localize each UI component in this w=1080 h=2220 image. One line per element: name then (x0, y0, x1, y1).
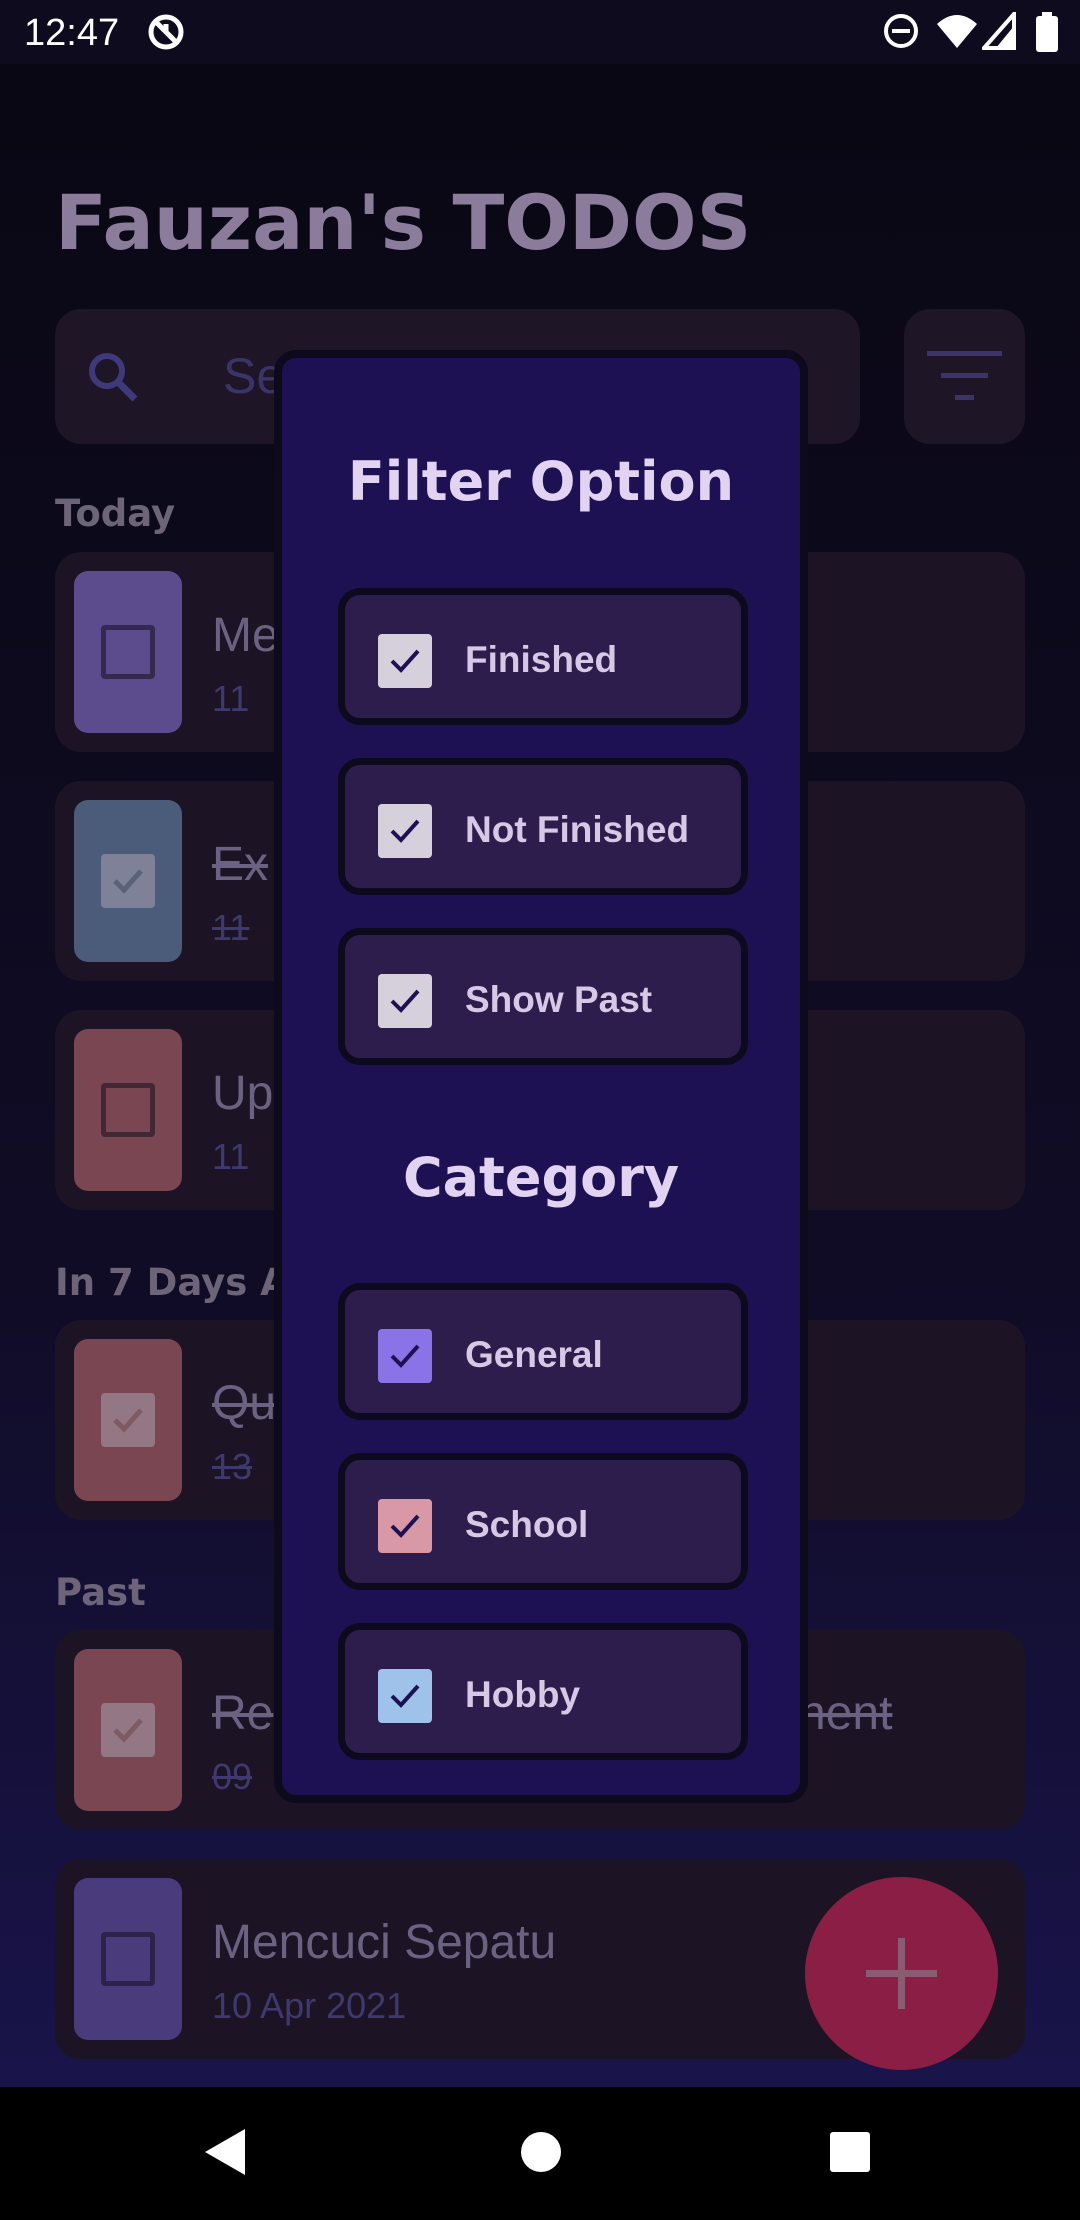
page-title: Fauzan's TODOS (55, 178, 752, 267)
status-time: 12:47 (24, 12, 120, 54)
todo-title: Mencuci Sepatu (212, 1916, 557, 1969)
section-today: Today (55, 492, 176, 535)
category-checkbox[interactable] (378, 1499, 432, 1553)
dialog-title: Filter Option (347, 450, 735, 513)
todo-date: 11 (212, 678, 250, 719)
section-past: Past (55, 1571, 146, 1614)
add-todo-button[interactable] (805, 1877, 998, 2070)
filter-option-not-finished[interactable]: Not Finished (338, 758, 748, 895)
recents-icon[interactable] (829, 2127, 871, 2181)
todo-date: 11 (212, 907, 250, 948)
category-checkbox[interactable] (378, 1329, 432, 1383)
back-icon[interactable] (203, 2127, 247, 2181)
check-icon (390, 1344, 420, 1368)
home-icon[interactable] (520, 2127, 562, 2181)
filter-option-finished[interactable]: Finished (338, 588, 748, 725)
todo-title: Up (212, 1067, 274, 1120)
category-option-hobby[interactable]: Hobby (338, 1623, 748, 1760)
check-icon (390, 819, 420, 843)
todo-checkbox[interactable] (101, 625, 155, 679)
todo-category-thumb (74, 571, 182, 733)
category-checkbox[interactable] (378, 1669, 432, 1723)
filter-option-show-past[interactable]: Show Past (338, 928, 748, 1065)
check-icon (390, 1684, 420, 1708)
category-label: General (465, 1334, 603, 1375)
battery-icon (1036, 12, 1058, 57)
category-option-school[interactable]: School (338, 1453, 748, 1590)
todo-checkbox[interactable] (101, 1932, 155, 1986)
todo-checkbox[interactable] (101, 1393, 155, 1447)
todo-checkbox[interactable] (101, 1703, 155, 1757)
option-checkbox[interactable] (378, 974, 432, 1028)
category-option-general[interactable]: General (338, 1283, 748, 1420)
do-not-disturb-icon (882, 12, 920, 55)
option-label: Show Past (465, 979, 653, 1020)
todo-title: Me (212, 609, 279, 662)
status-bar: 12:47 (0, 0, 1080, 64)
category-title: Category (402, 1146, 680, 1209)
search-icon (83, 347, 143, 411)
check-icon (390, 649, 420, 673)
todo-date: 10 Apr 2021 (212, 1985, 407, 2026)
wifi-icon (936, 12, 978, 57)
todo-title: Re (212, 1687, 274, 1740)
todo-category-thumb (74, 1029, 182, 1191)
option-checkbox[interactable] (378, 804, 432, 858)
filter-button[interactable] (904, 309, 1025, 444)
navigation-bar (0, 2087, 1080, 2220)
todo-category-thumb (74, 1649, 182, 1811)
category-label: Hobby (465, 1674, 581, 1715)
todo-title-overflow: nent (799, 1687, 893, 1740)
todo-category-thumb (74, 1339, 182, 1501)
todo-checkbox[interactable] (101, 854, 155, 908)
todo-title: Qu (212, 1377, 277, 1430)
todo-category-thumb (74, 1878, 182, 2040)
todo-date: 11 (212, 1136, 250, 1177)
todo-checkbox[interactable] (101, 1083, 155, 1137)
option-label: Not Finished (465, 809, 690, 850)
check-icon (390, 989, 420, 1013)
section-in-7-days: In 7 Days Al (55, 1261, 302, 1304)
check-icon (390, 1514, 420, 1538)
option-checkbox[interactable] (378, 634, 432, 688)
todo-date: 13 (212, 1446, 253, 1487)
todo-category-thumb (74, 800, 182, 962)
signal-icon (979, 8, 1016, 55)
vpn-icon (146, 12, 186, 57)
category-label: School (465, 1504, 589, 1545)
filter-dialog: Filter Option Finished Not Finished Show… (274, 350, 808, 1803)
todo-title: Ex (212, 838, 269, 891)
todo-date: 09 (212, 1756, 253, 1797)
option-label: Finished (465, 639, 618, 680)
